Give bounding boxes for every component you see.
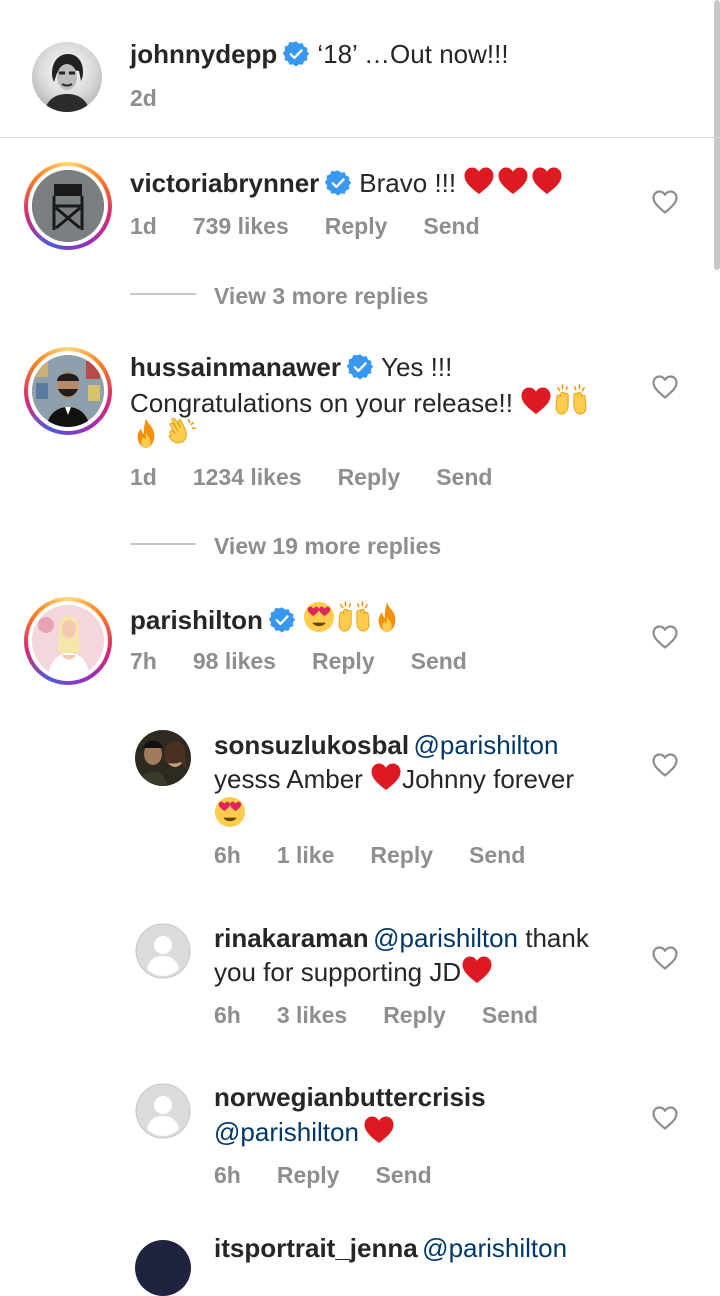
reply-text: thank (518, 923, 589, 953)
comment-avatar-hussainmanawer[interactable] (24, 347, 112, 435)
reply-time: 6h (214, 842, 241, 868)
mention-link[interactable]: @parishilton (422, 1233, 567, 1263)
comment-text: Bravo !!! (359, 168, 464, 198)
fire-emoji (132, 417, 160, 449)
reply-text: you for supporting JD (214, 957, 462, 987)
red-heart-emoji (461, 955, 493, 985)
reply-username[interactable]: rinakaraman (214, 923, 369, 953)
like-heart-icon[interactable] (651, 374, 679, 400)
clapping-hands-emoji (166, 417, 198, 449)
reply-username[interactable]: itsportrait_jenna (214, 1233, 418, 1263)
reply-button[interactable]: Reply (325, 213, 388, 239)
red-heart-emoji (463, 166, 495, 196)
reply-button[interactable]: Reply (338, 464, 401, 490)
reply-button[interactable]: Reply (383, 1002, 446, 1028)
reply-button[interactable]: Reply (370, 842, 433, 868)
default-avatar-icon[interactable] (135, 1083, 191, 1139)
send-button[interactable]: Send (375, 1162, 431, 1188)
heart-eyes-emoji (214, 796, 246, 828)
reply-username[interactable]: norwegianbuttercrisis (214, 1082, 486, 1112)
view-more-replies-button[interactable]: View 3 more replies (214, 283, 428, 310)
red-heart-emoji (363, 1115, 395, 1145)
reply-avatar-partial[interactable] (135, 1240, 191, 1296)
reply-username[interactable]: sonsuzlukosbal (214, 730, 409, 760)
hussainmanawer-photo (32, 355, 104, 427)
comment-text-line1: Yes !!! (380, 352, 453, 382)
mention-link[interactable]: @parishilton (373, 923, 518, 953)
reply-time: 6h (214, 1002, 241, 1028)
like-heart-icon[interactable] (651, 752, 679, 778)
red-heart-emoji (531, 166, 563, 196)
verified-badge-icon (325, 170, 351, 196)
reply-avatar-sonsuzlukosbal[interactable] (135, 730, 191, 786)
send-button[interactable]: Send (482, 1002, 538, 1028)
post-author-username[interactable]: johnnydepp (130, 39, 277, 69)
comment-avatar-parishilton[interactable] (24, 597, 112, 685)
reply-text: yesss Amber (214, 764, 371, 794)
view-replies-line (130, 293, 196, 295)
red-heart-emoji (520, 386, 552, 416)
view-replies-line (130, 543, 196, 545)
scrollbar[interactable] (714, 0, 720, 270)
reply-time: 6h (214, 1162, 241, 1188)
like-heart-icon[interactable] (651, 1105, 679, 1131)
view-more-replies-button[interactable]: View 19 more replies (214, 533, 441, 560)
comment-time: 1d (130, 213, 157, 239)
raised-hands-emoji (337, 601, 371, 633)
post-author-avatar[interactable] (32, 42, 102, 112)
raised-hands-emoji (554, 384, 588, 416)
comment-avatar-victoriabrynner[interactable] (24, 162, 112, 250)
mention-link[interactable]: @parishilton (214, 1117, 359, 1147)
reply-likes[interactable]: 1 like (277, 842, 335, 868)
comment-username[interactable]: parishilton (130, 605, 263, 635)
reply-likes[interactable]: 3 likes (277, 1002, 347, 1028)
verified-badge-icon (283, 41, 309, 67)
mention-link[interactable]: @parishilton (414, 730, 559, 760)
johnnydepp-photo (44, 54, 90, 112)
send-button[interactable]: Send (411, 648, 467, 674)
comment-time: 7h (130, 648, 157, 674)
like-heart-icon[interactable] (651, 624, 679, 650)
send-button[interactable]: Send (423, 213, 479, 239)
verified-badge-icon (347, 354, 373, 380)
reply-text: Johnny forever (402, 764, 575, 794)
director-chair-photo (32, 170, 104, 242)
comment-text-line2: Congratulations on your release!! (130, 388, 521, 418)
verified-badge-icon (269, 607, 295, 633)
parishilton-photo (32, 605, 104, 677)
sonsuzlukosbal-photo (135, 730, 191, 786)
comment-username[interactable]: victoriabrynner (130, 168, 319, 198)
header-divider (0, 137, 720, 138)
comment-username[interactable]: hussainmanawer (130, 352, 341, 382)
heart-eyes-emoji (303, 601, 335, 633)
fire-emoji (373, 601, 401, 633)
send-button[interactable]: Send (436, 464, 492, 490)
comment-time: 1d (130, 464, 157, 490)
comment-likes[interactable]: 98 likes (193, 648, 276, 674)
like-heart-icon[interactable] (651, 945, 679, 971)
partial-reply: itsportrait_jenna @parishilton (214, 1232, 567, 1265)
red-heart-emoji (370, 762, 402, 792)
comment-likes[interactable]: 1234 likes (193, 464, 302, 490)
like-heart-icon[interactable] (651, 189, 679, 215)
post-time: 2d (130, 85, 157, 111)
comment-likes[interactable]: 739 likes (193, 213, 289, 239)
send-button[interactable]: Send (469, 842, 525, 868)
post-caption: ‘18’ …Out now!!! (317, 39, 509, 69)
red-heart-emoji (497, 166, 529, 196)
reply-button[interactable]: Reply (277, 1162, 340, 1188)
default-avatar-icon[interactable] (135, 923, 191, 979)
reply-button[interactable]: Reply (312, 648, 375, 674)
